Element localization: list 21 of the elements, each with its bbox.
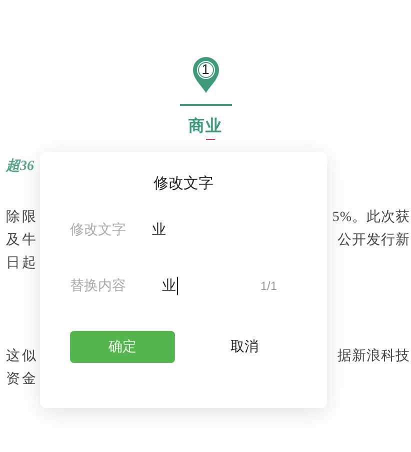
article-text: 及牛 [6, 232, 38, 248]
article-heading: 超36 [6, 157, 35, 175]
replace-input[interactable]: 业 1/1 [152, 275, 297, 297]
field-label: 替换内容 [70, 277, 127, 295]
section-title: 商业 [188, 116, 222, 137]
step-rule [180, 104, 232, 106]
article-text: 公开发行新 [338, 231, 410, 248]
article-text: 除限 [6, 208, 38, 226]
article-text: 日起 [6, 254, 38, 272]
match-counter: 1/1 [260, 279, 277, 293]
step-number: 1 [200, 61, 210, 77]
article-text: 5%。此次获 [332, 208, 410, 226]
spellcheck-underline [206, 138, 214, 140]
article-text: 这似 [6, 347, 38, 364]
article-text: 资金 [6, 370, 38, 388]
field-value: 业 [152, 221, 166, 239]
cancel-button[interactable]: 取消 [192, 331, 297, 363]
map-pin-icon [192, 56, 220, 94]
field-label: 修改文字 [70, 221, 127, 239]
dialog-title: 修改文字 [152, 174, 214, 193]
article-text: 据新浪科技 [338, 347, 410, 364]
